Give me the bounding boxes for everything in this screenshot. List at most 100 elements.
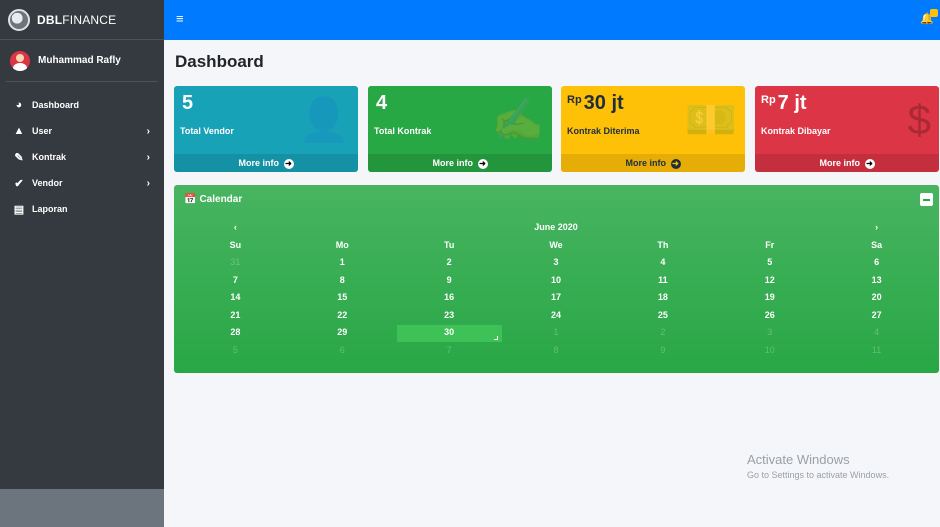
calendar-day[interactable]: 6 [289, 342, 396, 360]
calendar-day[interactable]: 8 [503, 342, 610, 360]
stat-value: 4 [376, 92, 388, 114]
calendar-day[interactable]: 11 [609, 272, 716, 290]
weekday-row: Su Mo Tu We Th Fr Sa [182, 237, 930, 255]
calendar-day[interactable]: 27 [823, 307, 930, 325]
stat-box-total-kontrak: 4 Total Kontrak ✍ More info ➜ [368, 86, 552, 172]
avatar [10, 50, 30, 71]
calendar-day[interactable]: 7 [182, 272, 289, 290]
arrow-circle-right-icon: ➜ [283, 159, 294, 169]
calendar-day[interactable]: 11 [823, 342, 930, 360]
collapse-button[interactable] [920, 193, 933, 206]
calendar-day[interactable]: 29 [289, 324, 396, 342]
calendar-day[interactable]: 10 [716, 342, 823, 360]
dollar-sign-icon: $ [907, 96, 931, 143]
calendar-day[interactable]: 5 [182, 342, 289, 360]
weekday-label: Mo [335, 239, 349, 250]
brand-link[interactable]: DBLFINANCE [0, 0, 164, 40]
more-info-link[interactable]: More info ➜ [174, 154, 358, 172]
calendar-day[interactable]: 5 [716, 254, 823, 272]
calendar-day[interactable]: 15 [289, 289, 396, 307]
calendar-day[interactable]: 14 [182, 289, 289, 307]
next-month-button[interactable]: › [823, 219, 930, 237]
calendar-day[interactable]: 30 [396, 324, 503, 342]
more-info-link[interactable]: More info ➜ [755, 154, 939, 172]
hamburger-menu-icon[interactable]: ≡ [176, 11, 184, 26]
weekday-label: Fr [765, 239, 775, 250]
calendar-week-row: 7 8 9 10 11 12 13 [182, 272, 930, 290]
user-panel[interactable]: Muhammad Rafly [6, 40, 158, 82]
calendar-day[interactable]: 2 [609, 324, 716, 342]
calendar-day[interactable]: 26 [716, 307, 823, 325]
weekday-label: We [549, 239, 563, 250]
calendar-day[interactable]: 20 [823, 289, 930, 307]
notification-badge [930, 9, 938, 17]
arrow-circle-right-icon: ➜ [477, 159, 488, 169]
stat-value: Rp 30 jt [567, 92, 624, 114]
sidebar-item-kontrak[interactable]: ✎ Kontrak › [0, 144, 164, 170]
calendar-day[interactable]: 1 [503, 324, 610, 342]
arrow-circle-right-icon: ➜ [670, 159, 681, 169]
calendar-day[interactable]: 2 [396, 254, 503, 272]
calendar-day[interactable]: 25 [609, 307, 716, 325]
calendar-day[interactable]: 13 [823, 272, 930, 290]
calendar-day[interactable]: 3 [503, 254, 610, 272]
calendar-day[interactable]: 19 [716, 289, 823, 307]
main-content: Dashboard 5 Total Vendor 👤 More info ➜ 4… [164, 40, 940, 527]
chevron-right-icon: › [146, 177, 150, 189]
sidebar-item-dashboard[interactable]: ◕ Dashboard [0, 92, 164, 118]
calendar-icon: 📅 [184, 193, 197, 205]
calendar-day[interactable]: 21 [182, 307, 289, 325]
calendar-month-label[interactable]: June 2020 [289, 219, 823, 237]
sidebar-item-vendor[interactable]: ✔ Vendor › [0, 170, 164, 196]
calendar-day[interactable]: 18 [609, 289, 716, 307]
file-signature-icon: ✎ [14, 151, 24, 164]
notification-bell-icon[interactable]: 🔔 [920, 9, 938, 25]
calendar-day[interactable]: 10 [503, 272, 610, 290]
weekday-label: Th [657, 239, 669, 250]
sidebar-item-laporan[interactable]: ▤ Laporan [0, 196, 164, 222]
calendar-grid: ‹ June 2020 › Su Mo Tu We Th Fr Sa 31 1 2 3 4 5 6 7 8 9… [182, 219, 930, 359]
calendar-day[interactable]: 3 [716, 324, 823, 342]
calendar-day[interactable]: 16 [396, 289, 503, 307]
calendar-day[interactable]: 17 [503, 289, 610, 307]
calendar-day[interactable]: 22 [289, 307, 396, 325]
calendar-day[interactable]: 24 [503, 307, 610, 325]
chevron-right-icon: › [146, 125, 150, 137]
calendar-day[interactable]: 31 [182, 254, 289, 272]
calendar-day[interactable]: 1 [289, 254, 396, 272]
calendar-day[interactable]: 8 [289, 272, 396, 290]
calendar-day[interactable]: 23 [396, 307, 503, 325]
stat-box-total-vendor: 5 Total Vendor 👤 More info ➜ [174, 86, 358, 172]
brand-text: DBLFINANCE [37, 12, 117, 27]
weekday-label: Su [229, 239, 242, 250]
weekday-label: Tu [443, 239, 455, 250]
sidebar-item-label: Dashboard [32, 100, 80, 110]
activate-windows-watermark: Activate Windows Go to Settings to activ… [747, 452, 889, 480]
calendar-day[interactable]: 12 [716, 272, 823, 290]
tachometer-icon: ◕ [15, 99, 23, 111]
calendar-header: 📅 Calendar [174, 185, 939, 213]
calendar-day[interactable]: 28 [182, 324, 289, 342]
calendar-day[interactable]: 4 [609, 254, 716, 272]
stat-label: Total Vendor [180, 126, 234, 136]
calendar-week-row: 28 29 30 1 2 3 4 [182, 324, 930, 342]
stat-value: Rp 7 jt [761, 92, 807, 114]
sidebar-item-label: Laporan [32, 204, 68, 214]
calendar-week-row: 5 6 7 8 9 10 11 [182, 342, 930, 360]
more-info-link[interactable]: More info ➜ [561, 154, 745, 172]
calendar-day[interactable]: 7 [396, 342, 503, 360]
stat-box-kontrak-diterima: Rp 30 jt Kontrak Diterima 💵 More info ➜ [561, 86, 745, 172]
calendar-week-row: 21 22 23 24 25 26 27 [182, 307, 930, 325]
sidebar-item-user[interactable]: ▲ User › [0, 118, 164, 144]
calendar-day[interactable]: 4 [823, 324, 930, 342]
prev-month-button[interactable]: ‹ [182, 219, 289, 237]
calendar-nav-row: ‹ June 2020 › [182, 219, 930, 237]
calendar-day[interactable]: 9 [396, 272, 503, 290]
calendar-day[interactable]: 9 [609, 342, 716, 360]
stat-box-kontrak-dibayar: Rp 7 jt Kontrak Dibayar $ More info ➜ [755, 86, 939, 172]
calendar-day[interactable]: 6 [823, 254, 930, 272]
stat-value: 5 [182, 92, 194, 114]
brand-logo-icon [8, 8, 30, 31]
more-info-link[interactable]: More info ➜ [368, 154, 552, 172]
calendar-week-row: 14 15 16 17 18 19 20 [182, 289, 930, 307]
